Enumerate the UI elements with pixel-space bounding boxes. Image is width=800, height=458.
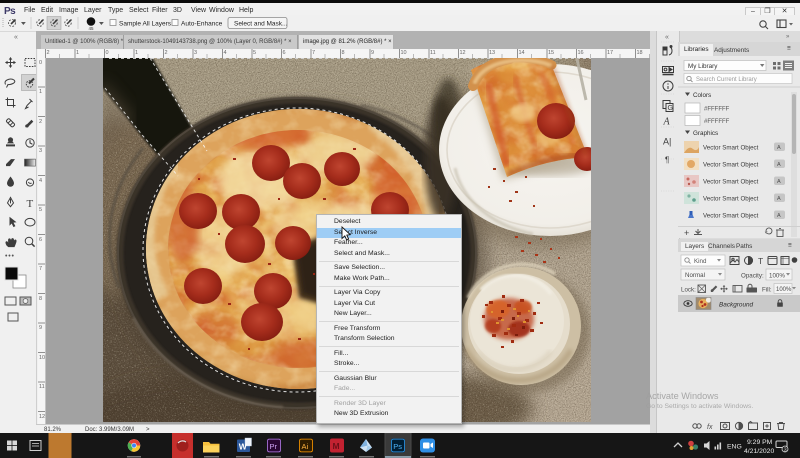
svg-text:+: + (684, 228, 689, 238)
svg-text:Vector Smart Object: Vector Smart Object (703, 145, 759, 152)
svg-text:3: 3 (784, 447, 787, 453)
svg-text:Vector Smart Object: Vector Smart Object (703, 179, 759, 186)
svg-text:Auto-Enhance: Auto-Enhance (181, 21, 223, 28)
svg-text:Normal: Normal (685, 272, 705, 279)
svg-text:Graphics: Graphics (693, 130, 718, 137)
svg-text:«: « (665, 34, 669, 41)
svg-text:A|: A| (663, 137, 671, 147)
svg-text:Colors: Colors (693, 92, 711, 99)
svg-text:T: T (758, 256, 763, 266)
svg-text:A: A (777, 196, 781, 202)
svg-text:A: A (777, 145, 781, 151)
svg-text:¶: ¶ (665, 156, 669, 165)
svg-text:«: « (14, 34, 18, 41)
svg-text:W: W (239, 442, 248, 452)
svg-text:A: A (777, 179, 781, 185)
svg-text:Select and Mask...: Select and Mask... (234, 21, 288, 28)
svg-text:Sample All Layers: Sample All Layers (119, 21, 172, 28)
svg-text:A: A (663, 117, 671, 128)
svg-text:9:29 PM: 9:29 PM (747, 439, 773, 446)
svg-text:Vector Smart Object: Vector Smart Object (703, 162, 759, 169)
svg-text:ENG: ENG (727, 444, 742, 451)
svg-text:4/21/2020: 4/21/2020 (744, 448, 774, 455)
svg-text:#FFFFFF: #FFFFFF (704, 119, 730, 125)
svg-text:100%: 100% (776, 287, 792, 293)
svg-text:Pr: Pr (270, 442, 278, 451)
svg-text:G: G (668, 105, 673, 112)
svg-text:fx: fx (707, 424, 713, 431)
svg-text:100%: 100% (769, 273, 785, 280)
svg-text:•••: ••• (5, 253, 15, 260)
svg-text:A: A (777, 213, 781, 219)
svg-text:My Library: My Library (688, 63, 718, 70)
svg-text:#FFFFFF: #FFFFFF (704, 107, 730, 113)
svg-text:M: M (333, 441, 340, 451)
svg-text:A: A (777, 162, 781, 168)
svg-text:Ps: Ps (393, 442, 402, 451)
svg-text:Search Current Library: Search Current Library (696, 77, 757, 83)
svg-text:Lock:: Lock: (681, 287, 696, 294)
svg-text:Opacity:: Opacity: (741, 273, 764, 280)
svg-text:Vector Smart Object: Vector Smart Object (703, 196, 759, 203)
svg-text:Kind: Kind (694, 258, 707, 265)
svg-text:T: T (27, 198, 34, 210)
svg-text:Vector Smart Object: Vector Smart Object (703, 213, 759, 220)
svg-text:Ai: Ai (302, 442, 309, 451)
svg-text:Background: Background (719, 302, 754, 309)
svg-text:Fill:: Fill: (762, 287, 772, 294)
